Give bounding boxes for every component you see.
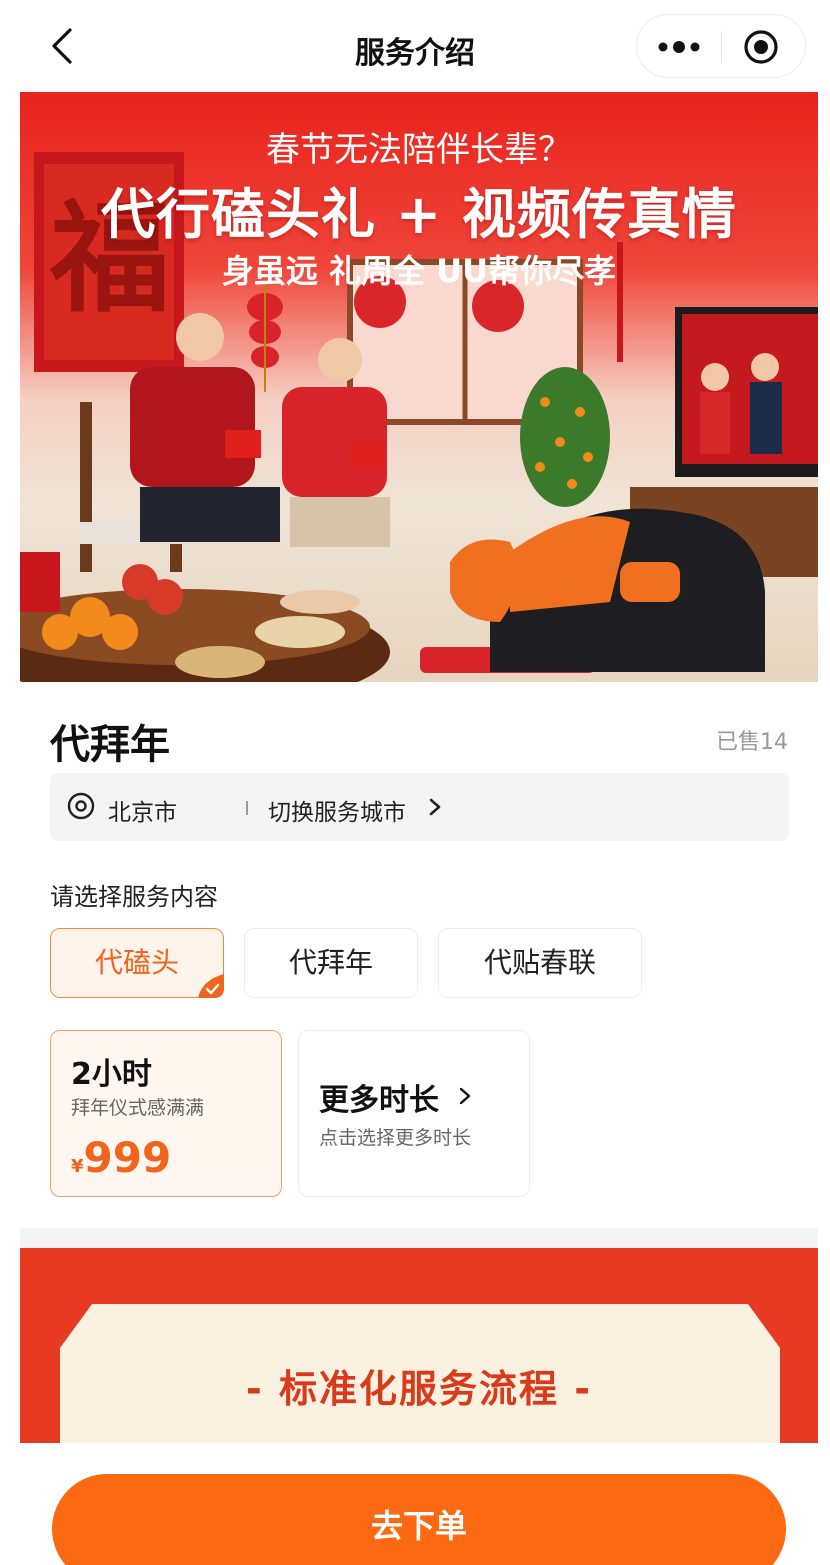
- more-icon[interactable]: [657, 33, 701, 61]
- chevron-right-icon: [459, 1087, 471, 1105]
- current-city: 北京市: [108, 800, 177, 826]
- selected-check-icon: [198, 974, 224, 998]
- sold-count: 已售14: [716, 730, 788, 755]
- option-label: 代磕头: [94, 946, 179, 979]
- page: 服务介绍 福 春节无法陪伴长辈？ 代行磕头礼 + 视频传真情 身虽远 礼周全 U…: [0, 0, 830, 1565]
- option-bainian[interactable]: 代拜年: [244, 928, 418, 998]
- service-content-label: 请选择服务内容: [50, 883, 218, 911]
- price-value: 999: [83, 1133, 172, 1182]
- duration-desc: 拜年仪式感满满: [71, 1097, 205, 1119]
- city-divider: [246, 801, 248, 815]
- option-label: 代拜年: [288, 946, 373, 979]
- price: ¥999: [71, 1133, 171, 1182]
- product-title: 代拜年: [50, 722, 170, 768]
- option-ketou[interactable]: 代磕头: [50, 928, 224, 998]
- switch-city-label[interactable]: 切换服务城市: [268, 793, 406, 827]
- duration-name: 2小时: [71, 1057, 152, 1092]
- capsule-divider: [721, 31, 722, 63]
- service-flow-section: - 标准化服务流程 -: [20, 1248, 818, 1443]
- chevron-right-icon: [429, 798, 441, 816]
- duration-2h-card[interactable]: 2小时 拜年仪式感满满 ¥999: [50, 1030, 282, 1197]
- flow-title: - 标准化服务流程 -: [245, 1367, 592, 1411]
- banner-headline-small: 春节无法陪伴长辈？: [266, 130, 572, 170]
- flow-paper-card: [60, 1304, 780, 1443]
- option-chunlian[interactable]: 代贴春联: [438, 928, 642, 998]
- close-target-icon[interactable]: [743, 29, 779, 65]
- currency-symbol: ¥: [71, 1156, 84, 1177]
- mini-program-capsule: [636, 14, 806, 78]
- section-divider: [20, 1228, 818, 1248]
- place-order-button[interactable]: 去下单: [52, 1474, 786, 1565]
- location-icon: [67, 792, 95, 820]
- banner-headline-sub: 身虽远 礼周全 UU帮你尽孝: [221, 252, 617, 290]
- nav-bar: 服务介绍: [0, 0, 830, 92]
- city-selector[interactable]: 北京市 切换服务城市: [50, 773, 789, 841]
- more-duration-title: 更多时长: [319, 1083, 439, 1118]
- more-duration-desc: 点击选择更多时长: [319, 1127, 472, 1149]
- more-duration-card[interactable]: 更多时长 点击选择更多时长: [298, 1030, 530, 1197]
- option-label: 代贴春联: [483, 946, 596, 979]
- hero-banner: 福 春节无法陪伴长辈？ 代行磕头礼 + 视频传真情 身虽远 礼周全 UU帮你尽孝: [20, 92, 818, 682]
- banner-headline-main: 代行磕头礼 + 视频传真情: [101, 183, 737, 246]
